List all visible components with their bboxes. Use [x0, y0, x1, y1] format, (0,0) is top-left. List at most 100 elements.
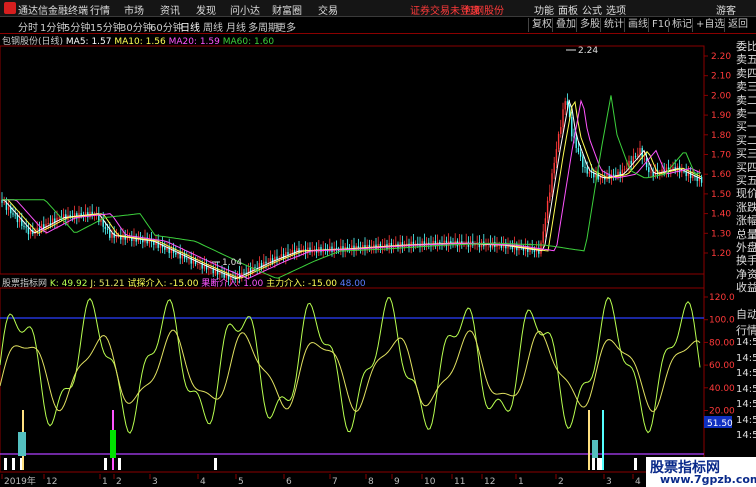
indicator-value-label: 51.50 [707, 419, 733, 429]
candle-body [168, 246, 170, 254]
signal-bar [634, 458, 637, 470]
tick-time-label: 14:50 [736, 337, 756, 348]
price-tick-label: 1.20 [711, 249, 731, 259]
candle-body [599, 177, 602, 180]
candle-body [564, 101, 566, 110]
candle-body [265, 261, 267, 264]
tick-time-label[interactable]: 自动 [736, 306, 756, 322]
candle-body [282, 254, 285, 259]
candle-body [546, 200, 549, 219]
signal-bar [12, 458, 15, 470]
candle-body [36, 228, 38, 231]
candle-body [291, 250, 294, 254]
indicator-panel-frame [0, 287, 705, 473]
candle-body [577, 148, 580, 153]
signal-block [18, 432, 26, 456]
candle-body [109, 229, 111, 238]
j-label: J: 51.21 [90, 279, 125, 289]
candle-body [637, 154, 639, 157]
indicator-tick-label: 40.00 [709, 384, 735, 394]
candle-body [639, 148, 641, 155]
candle-body [175, 252, 177, 255]
price-tick-label: 1.90 [711, 111, 731, 121]
candle-body [153, 241, 155, 245]
signal-bar-tall [588, 410, 590, 470]
tick-time-label[interactable]: 行情 [736, 322, 756, 338]
low-annotation: 1.04 [222, 258, 242, 268]
x-tick-label: 1 [518, 477, 524, 487]
candle-body [643, 158, 646, 160]
candle-body [692, 175, 694, 179]
candle-body [18, 218, 21, 223]
tick-time-label: 14:50 [736, 383, 756, 395]
price-panel-frame [0, 45, 705, 275]
price-tick-label: 2.10 [711, 72, 731, 82]
candle-body [340, 246, 342, 252]
x-tick-label: 1 [102, 477, 108, 487]
candle-body [243, 272, 245, 274]
candle-body [478, 242, 481, 248]
candle-body [612, 174, 615, 176]
price-tick-label: 1.40 [711, 210, 731, 220]
candle-body [553, 162, 555, 174]
indicator-name: 股票指标网 [2, 279, 48, 289]
indicator-tick-label: 120.0 [709, 293, 735, 303]
candle-body [555, 149, 558, 163]
x-tick-label: 2 [116, 477, 122, 487]
x-tick-label: 9 [394, 477, 400, 487]
x-tick-label: 12 [484, 477, 495, 487]
candle-body [560, 127, 562, 134]
candle-body [582, 156, 584, 167]
candle-body [606, 173, 608, 180]
candle-body [571, 117, 573, 137]
x-tick-label: 12 [46, 477, 57, 487]
indicator-axis: 120.0 100.0 80.00 60.00 40.00 20.00 [704, 293, 735, 417]
candle-body [7, 206, 10, 210]
x-tick-label: 7 [332, 477, 338, 487]
candle-body [648, 167, 650, 173]
signal-bars [4, 410, 665, 470]
x-tick-label: 10 [424, 477, 436, 487]
candle-body [630, 160, 632, 164]
j-line [0, 329, 701, 413]
tick-time-label: 14:50 [736, 414, 756, 426]
candle-body [549, 192, 551, 201]
candle-body [626, 167, 628, 169]
candle-body [544, 218, 547, 232]
tick-time-label: 14:50 [736, 399, 756, 410]
candle-body [106, 228, 109, 230]
ma60-label: MA60: 1.60 [222, 37, 275, 47]
candle-body [276, 256, 278, 260]
candle-body [208, 268, 210, 270]
x-tick-label: 4 [200, 477, 206, 487]
price-tick-label: 1.60 [711, 170, 731, 180]
indicator-tick-label: 80.00 [709, 338, 735, 348]
candle-body [14, 214, 16, 216]
candle-body [12, 213, 14, 215]
k-label: K: 49.92 [49, 279, 88, 289]
signal-bar-tall [602, 410, 604, 470]
candle-body [474, 244, 476, 246]
x-tick-label: 5 [238, 477, 244, 487]
signal-block [592, 440, 598, 458]
indicator-legend: 股票指标网 K: 49.92 J: 51.21 试探介入: -15.00 果断介… [2, 276, 366, 289]
price-tick-label: 1.80 [711, 131, 731, 141]
watermark: 股票指标网 www.7gpzb.com [646, 457, 756, 487]
probe-label: 试探介入: -15.00 [127, 279, 199, 289]
x-tick-label: 3 [152, 477, 158, 487]
signal-bar [4, 458, 7, 470]
candle-body [25, 226, 27, 228]
tick-time-label: 14:50 [736, 352, 756, 364]
stock-chart[interactable]: 2.20 2.10 2.00 1.90 1.80 1.70 1.60 1.50 1.40 1.30… [0, 0, 735, 487]
candle-body [157, 241, 159, 248]
candle-body [540, 242, 542, 254]
candle-body [634, 156, 637, 158]
candle-body [428, 242, 430, 244]
indicator-tick-label: 100.0 [709, 316, 735, 326]
indicator-tick-label: 20.00 [709, 407, 735, 417]
candle-body [406, 243, 408, 245]
candle-body [579, 152, 582, 157]
tick-side-panel: 自动行情14:5014:5014:5014:5014:5014:5014:50 [735, 306, 756, 476]
price-tick-label: 2.00 [711, 91, 731, 101]
signal-bar [214, 458, 217, 470]
